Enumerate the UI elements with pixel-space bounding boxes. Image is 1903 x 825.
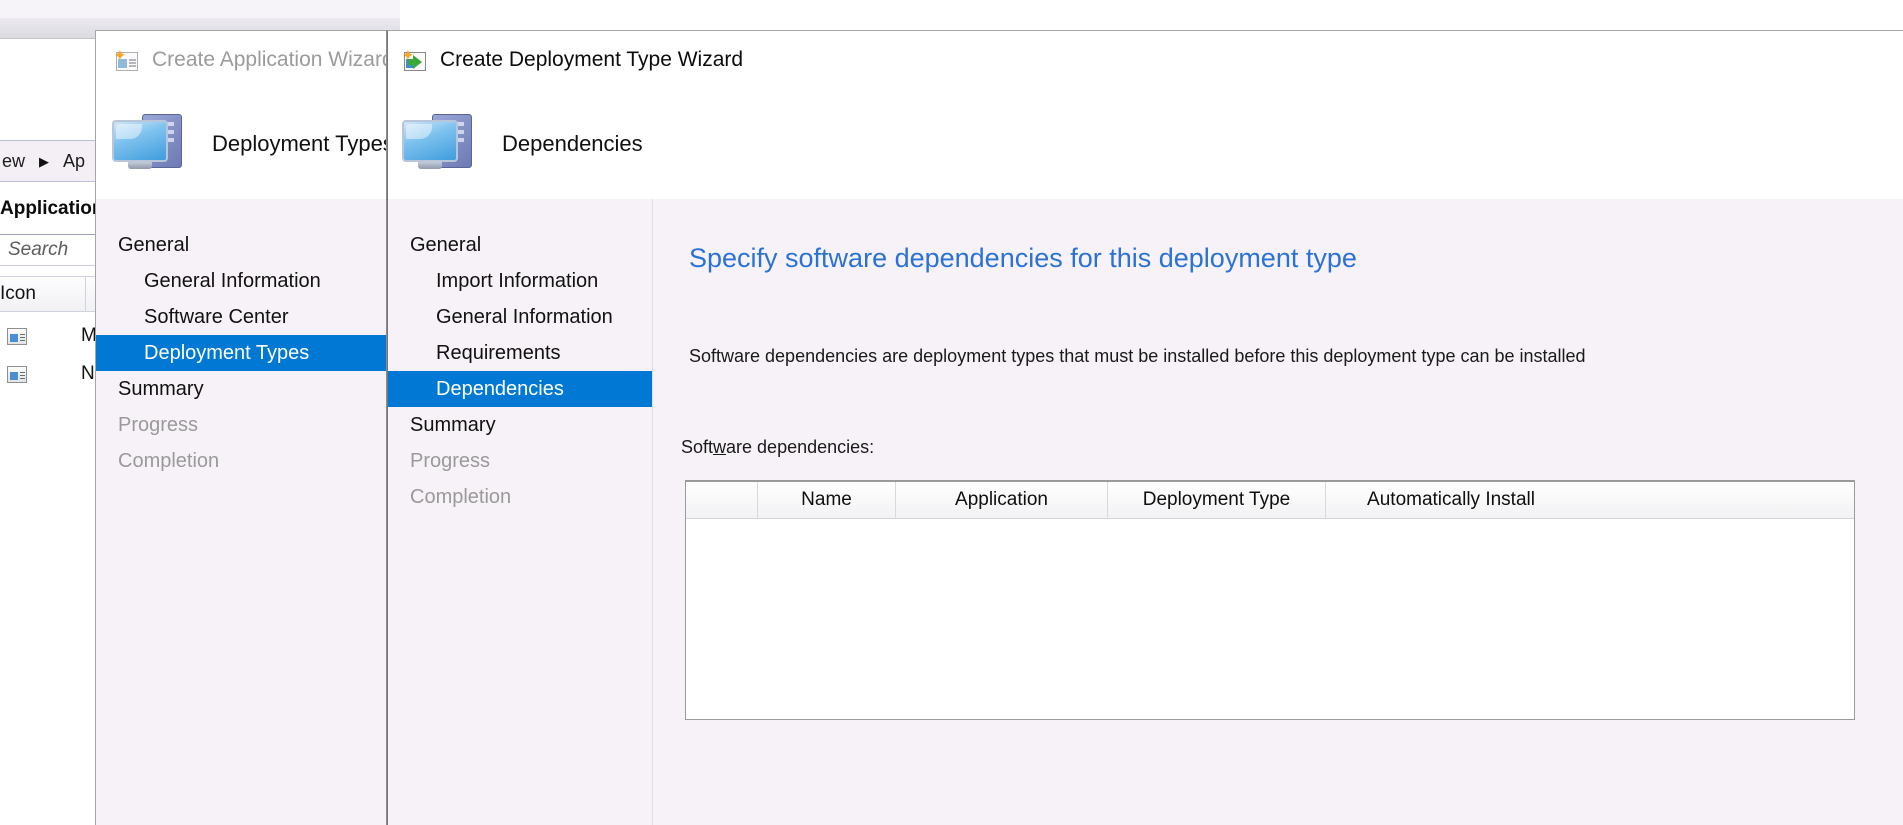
deployment-types-monitor-icon [108, 108, 194, 180]
chevron-right-icon: ▶ [39, 153, 50, 169]
column-header-name[interactable]: Name [758, 482, 896, 518]
console-top-strip [0, 0, 400, 18]
table-body-empty[interactable] [686, 519, 1854, 719]
sidebar-item-completion: Completion [410, 486, 512, 508]
wizard2-banner: Dependencies [388, 89, 1903, 199]
page-title: Application [0, 198, 104, 219]
sidebar-item-general-information[interactable]: General Information [388, 299, 652, 335]
content-description: Software dependencies are deployment typ… [689, 346, 1586, 366]
sidebar-item-general[interactable]: General [96, 227, 387, 263]
sidebar-item-import-information[interactable]: Import Information [388, 263, 652, 299]
search-placeholder-text: Search [8, 239, 69, 260]
create-application-wizard-icon: ✦ [114, 48, 140, 72]
wizard1-titlebar[interactable]: ✦ Create Application Wizard [96, 31, 394, 89]
create-deployment-type-wizard-window[interactable]: ✦ Create Deployment Type Wizard Dependen… [387, 30, 1903, 825]
wizard1-nav-pane: General General Information Software Cen… [96, 199, 387, 825]
wizard1-banner-title: Deployment Types [212, 131, 394, 156]
wizard2-content-pane: Specify software dependencies for this d… [653, 199, 1903, 825]
label-part-pre: Soft [681, 437, 714, 457]
column-header-blank[interactable] [686, 482, 758, 518]
sidebar-item-summary[interactable]: Summary [96, 371, 387, 407]
sidebar-item-completion: Completion [118, 450, 220, 472]
label-part-post: are dependencies: [726, 437, 875, 457]
wizard2-banner-title: Dependencies [502, 131, 643, 156]
sidebar-item-dependencies[interactable]: Dependencies [388, 371, 652, 407]
column-header-application[interactable]: Application [896, 482, 1108, 518]
table-row[interactable]: N [0, 356, 110, 392]
table-header-row: Name Application Deployment Type Automat… [686, 482, 1854, 519]
row-name-cell: N [81, 363, 95, 384]
application-icon [0, 327, 34, 345]
sidebar-item-deployment-types[interactable]: Deployment Types [96, 335, 387, 371]
sidebar-item-general[interactable]: General [388, 227, 652, 263]
wizard2-body: General Import Information General Infor… [388, 199, 1903, 825]
console-column-headers: Icon N [0, 276, 110, 312]
application-icon [0, 365, 34, 383]
wizard1-banner: Deployment Types [96, 89, 394, 199]
breadcrumb-segment-applications[interactable]: Ap [61, 151, 85, 172]
dependencies-monitor-icon [398, 108, 484, 180]
sidebar-item-summary[interactable]: Summary [388, 407, 652, 443]
content-heading: Specify software dependencies for this d… [689, 243, 1357, 273]
column-header-deployment-type[interactable]: Deployment Type [1108, 482, 1326, 518]
sidebar-item-progress: Progress [410, 450, 491, 472]
search-input[interactable]: Search [0, 234, 108, 266]
create-deployment-type-wizard-icon: ✦ [402, 48, 428, 72]
sidebar-item-software-center[interactable]: Software Center [96, 299, 387, 335]
breadcrumb-segment-view[interactable]: ew [0, 151, 25, 172]
label-accelerator-key: w [713, 437, 727, 457]
software-dependencies-label: Software dependencies: [681, 437, 1903, 458]
wizard2-title-text: Create Deployment Type Wizard [440, 48, 744, 71]
wizard2-nav-pane: General Import Information General Infor… [388, 199, 653, 825]
wizard2-titlebar[interactable]: ✦ Create Deployment Type Wizard [388, 31, 1903, 89]
sidebar-item-requirements[interactable]: Requirements [388, 335, 652, 371]
sidebar-item-progress: Progress [118, 414, 199, 436]
software-dependencies-table[interactable]: Name Application Deployment Type Automat… [685, 480, 1855, 720]
wizard1-title-text: Create Application Wizard [152, 48, 394, 71]
column-header-automatically-install[interactable]: Automatically Install [1326, 482, 1576, 518]
breadcrumb[interactable]: ew ▶ Ap [0, 140, 110, 182]
column-header-icon[interactable]: Icon [0, 283, 85, 305]
create-application-wizard-window[interactable]: ✦ Create Application Wizard Deployment T… [95, 30, 394, 825]
table-row[interactable]: M [0, 318, 110, 354]
sidebar-item-general-information[interactable]: General Information [96, 263, 387, 299]
